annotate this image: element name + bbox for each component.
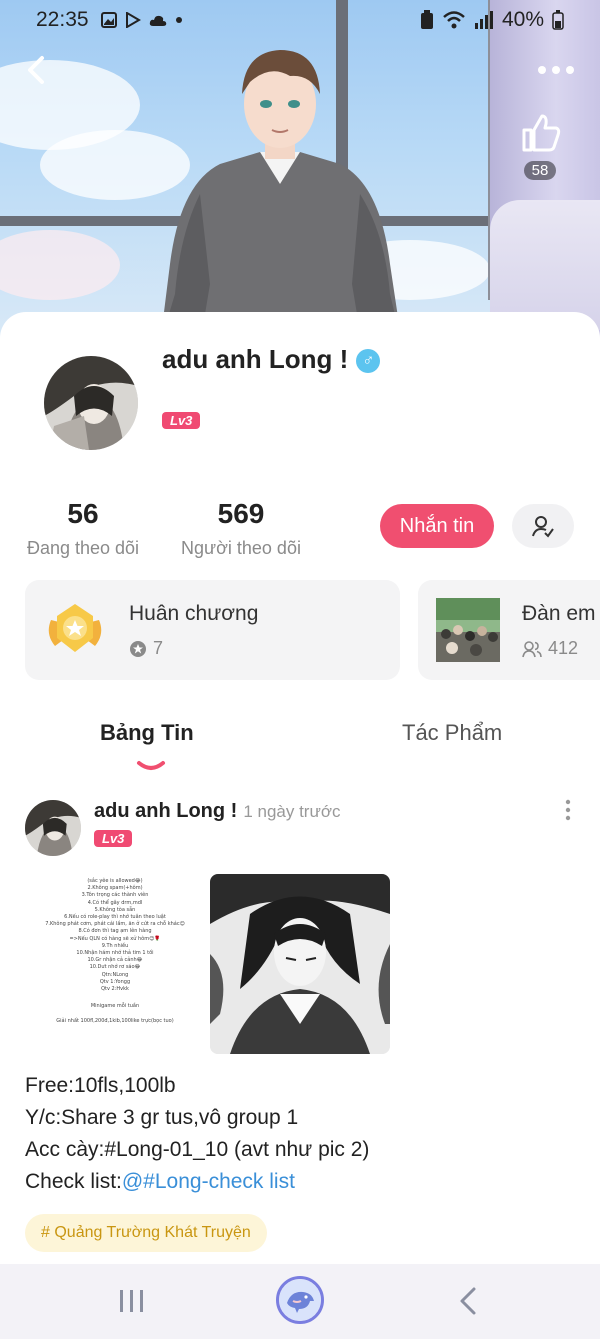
message-button[interactable]: Nhắn tin — [380, 504, 494, 548]
profile-avatar[interactable] — [44, 356, 138, 450]
rules-text-block: (sắc yêe is allowed😂) 2.Không spam(+hôm) 3… — [25, 872, 205, 1026]
battery-percent: 40% — [501, 8, 544, 31]
recent-apps-icon[interactable] — [118, 1288, 146, 1314]
more-options-icon[interactable] — [536, 58, 576, 82]
level-badge: Lv3 — [162, 412, 201, 429]
active-tab-indicator — [137, 761, 165, 770]
status-time: 22:35 — [36, 8, 89, 31]
group-photo — [436, 598, 500, 662]
gallery-icon — [100, 12, 117, 28]
followers-label: Người theo dõi — [181, 538, 301, 558]
medals-tile[interactable]: Huân chương 7 — [25, 580, 400, 680]
medals-title: Huân chương — [129, 602, 259, 625]
post-line: Free:10fls,100lb — [25, 1074, 176, 1097]
followers-group-count-row: 412 — [522, 638, 578, 659]
star-badge-icon — [130, 640, 146, 657]
following-label: Đang theo dõi — [26, 538, 140, 558]
manga-illustration — [210, 874, 390, 1054]
thumbs-up-icon — [522, 114, 561, 152]
check-list-link[interactable]: @#Long-check list — [122, 1170, 295, 1193]
post-author-name[interactable]: adu anh Long ! — [94, 800, 237, 822]
users-icon — [522, 640, 542, 657]
post-header: adu anh Long ! 1 ngày trước — [94, 800, 341, 823]
character-illustration — [160, 50, 402, 340]
followers-group-title: Đàn em — [522, 602, 596, 625]
rules-line: 4.Có thể gây drm,mdl — [87, 899, 143, 906]
post-image-rules[interactable]: (sắc yêe is allowed😂) 2.Không spam(+hôm) 3… — [25, 872, 205, 1052]
profile-card: adu anh Long ! ♂ Lv3 56 Đang theo dõi 569… — [0, 312, 600, 1272]
rules-line: Qtv 1:Yongg — [99, 978, 131, 985]
rules-line: =>Nếu QLN có hàng sẽ xử hôm😊🌹 — [69, 935, 161, 942]
play-store-icon — [125, 12, 141, 28]
tab-news-feed[interactable]: Bảng Tin — [100, 720, 194, 746]
medal-icon — [48, 604, 102, 652]
sofa — [490, 200, 600, 330]
post-author-avatar[interactable] — [25, 800, 81, 856]
rules-line: 8.Có đơn thì tag ạm lên hàng — [78, 928, 152, 935]
notification-dot-icon — [175, 17, 182, 23]
follow-button[interactable] — [512, 504, 574, 548]
back-arrow-icon[interactable] — [20, 52, 56, 88]
rules-line: Minigame mỗi tuần — [90, 1003, 140, 1010]
profile-username: adu anh Long ! ♂ — [162, 344, 381, 375]
rules-line: Giải nhất 100fl,200đ,1kib,100like trực(b… — [56, 1018, 174, 1025]
profile-tabs: Bảng Tin Tác Phẩm — [0, 720, 600, 770]
user-check-icon — [532, 516, 554, 538]
post-line: Acc cày:#Long-01_10 (avt như pic 2) — [25, 1138, 370, 1161]
followers-stat[interactable]: 569 Người theo dõi — [176, 498, 306, 559]
battery-icon — [552, 10, 564, 30]
following-count: 56 — [67, 498, 99, 529]
wifi-icon — [443, 11, 465, 29]
post-body: Free:10fls,100lb Y/c:Share 3 gr tus,vô g… — [25, 1070, 369, 1198]
rules-line: 9.Th nhiều — [101, 942, 129, 949]
system-navigation-bar — [0, 1264, 600, 1339]
rules-line: 10.Dưt nhớ rơ sáo😂 — [89, 964, 141, 971]
profile-cover: 22:35 40% 58 — [0, 0, 600, 340]
following-stat[interactable]: 56 Đang theo dõi — [24, 498, 142, 559]
like-count: 58 — [523, 161, 557, 180]
check-prefix: Check list: — [25, 1170, 122, 1193]
post-check-line: Check list:@#Long-check list — [25, 1166, 369, 1198]
avatar-image — [25, 800, 81, 856]
home-button[interactable] — [276, 1276, 324, 1324]
cloud — [0, 230, 120, 300]
status-bar: 22:35 40% — [0, 0, 600, 40]
rules-line: 3.Tôn trọng các thành viên — [81, 892, 149, 899]
post-more-icon[interactable] — [562, 798, 574, 822]
system-back-icon[interactable] — [456, 1286, 480, 1316]
medals-count: 7 — [153, 638, 164, 658]
post-time: 1 ngày trước — [243, 802, 341, 821]
post-image-manga[interactable] — [210, 874, 390, 1054]
battery-saver-icon — [420, 10, 433, 29]
post-level-badge: Lv3 — [94, 830, 133, 847]
rules-line: Qtv 2:Hvkk — [101, 986, 129, 993]
rules-line: 5.Không tòa sẵn — [94, 906, 136, 913]
avatar-image — [44, 356, 138, 450]
post-line: Y/c:Share 3 gr tus,vô group 1 — [25, 1106, 299, 1129]
medals-count-row: 7 — [129, 638, 163, 659]
male-gender-icon: ♂ — [356, 349, 381, 373]
tab-works[interactable]: Tác Phẩm — [402, 720, 502, 746]
signal-icon — [474, 11, 493, 29]
username-text: adu anh Long ! — [162, 344, 349, 374]
rules-line: Qtn:NLong — [101, 971, 129, 978]
followers-count: 569 — [217, 498, 265, 529]
like-button[interactable]: 58 — [518, 110, 562, 184]
topic-hashtag-chip[interactable]: # Quảng Trường Khát Truyện — [25, 1214, 267, 1252]
dolphin-icon — [279, 1279, 321, 1321]
followers-group-tile[interactable]: Đàn em 412 — [418, 580, 600, 680]
followers-group-count: 412 — [548, 638, 579, 658]
cloud-icon — [149, 15, 166, 26]
